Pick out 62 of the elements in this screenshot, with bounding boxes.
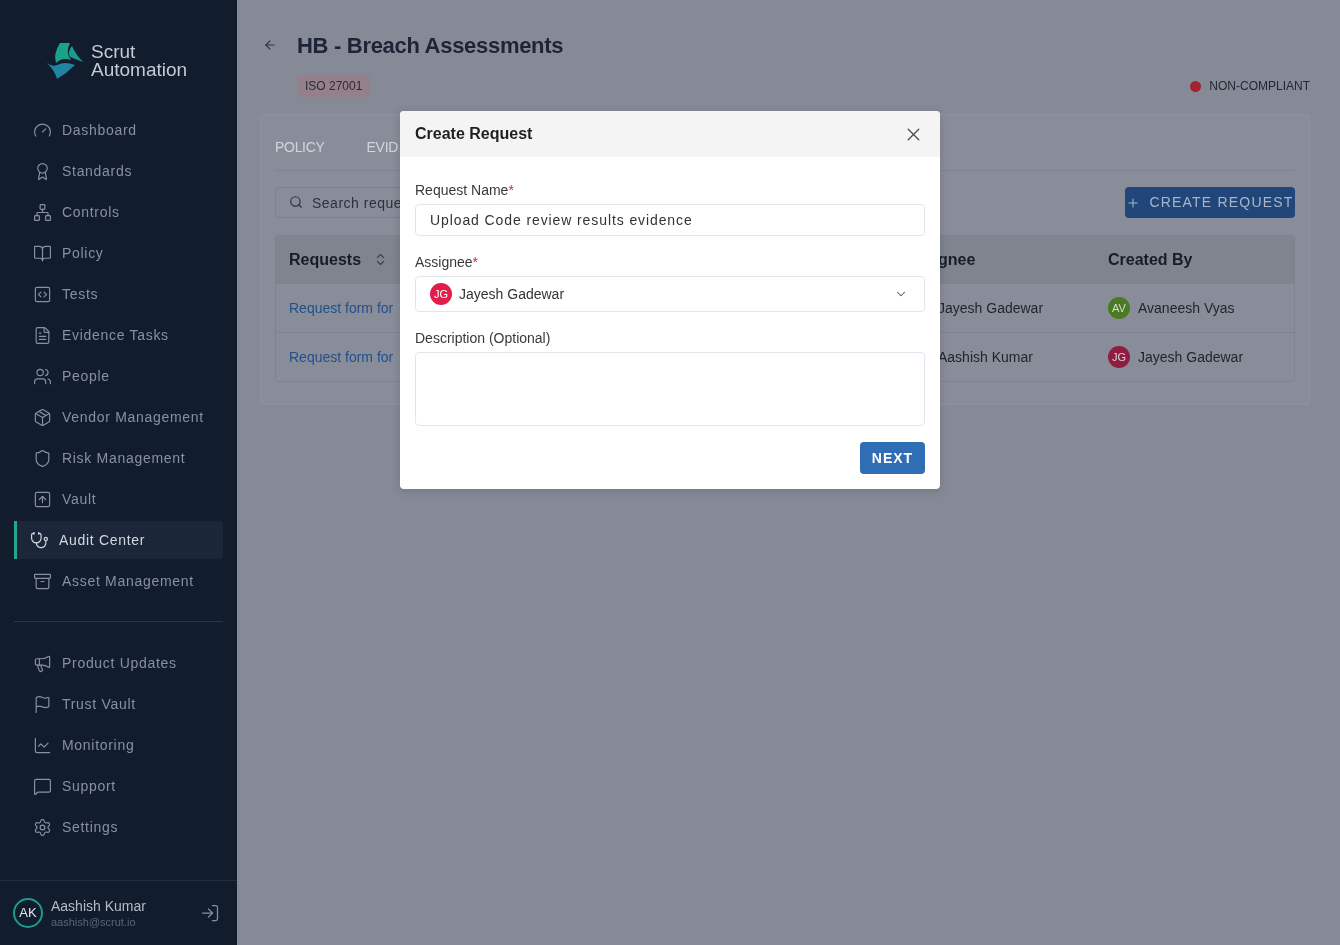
nav-item[interactable]: Monitoring	[14, 726, 223, 764]
assignee-select[interactable]: JG Jayesh Gadewar	[415, 276, 925, 312]
brand-name: Scrut Automation	[91, 43, 188, 79]
people-icon	[33, 366, 52, 386]
nav-item[interactable]: Evidence Tasks	[14, 316, 223, 354]
field-label: Description (Optional)	[415, 329, 552, 348]
avatar: AV	[1108, 297, 1130, 319]
nav-item[interactable]: Dashboard	[14, 111, 223, 149]
user-name: Aashish Kumar	[51, 896, 147, 915]
upload-box-icon	[33, 489, 52, 509]
plus-icon	[1126, 195, 1141, 210]
description-field[interactable]	[415, 352, 925, 426]
package-icon	[33, 407, 52, 427]
next-button[interactable]: NEXT	[860, 442, 925, 474]
avatar: JG	[430, 283, 452, 305]
nav-item[interactable]: Vendor Management	[14, 398, 223, 436]
field-label: Request Name*	[415, 181, 515, 200]
user-email: aashish@scrut.io	[51, 914, 137, 930]
column-header[interactable]: Requests	[289, 247, 389, 272]
book-icon	[33, 243, 52, 263]
nav-item[interactable]: Product Updates	[14, 644, 223, 682]
logo-icon	[45, 43, 83, 79]
chat-icon	[33, 776, 52, 796]
line-chart-icon	[33, 735, 52, 755]
megaphone-icon	[33, 653, 52, 673]
request-name-field[interactable]: Upload Code review results evidence	[415, 204, 925, 236]
nav-item[interactable]: Risk Management	[14, 439, 223, 477]
nav-item[interactable]: Policy	[14, 234, 223, 272]
modal-title: Create Request	[415, 124, 533, 144]
nav-item[interactable]: Controls	[14, 193, 223, 231]
nav-item[interactable]: Asset Management	[14, 562, 223, 600]
shield-icon	[33, 448, 52, 468]
creator-name: Jayesh Gadewar	[1138, 347, 1244, 367]
nav-item[interactable]: Support	[14, 767, 223, 805]
nav-item[interactable]: Trust Vault	[14, 685, 223, 723]
column-header: gnee	[938, 249, 976, 270]
nav-item[interactable]: Audit Center	[14, 521, 223, 559]
avatar: JG	[1108, 346, 1130, 368]
code-window-icon	[33, 284, 52, 304]
assignee-name: Aashish Kumar	[938, 349, 1033, 365]
document-icon	[33, 325, 52, 345]
nav-item[interactable]: People	[14, 357, 223, 395]
standard-tag: ISO 27001	[297, 75, 371, 97]
nav-item[interactable]: Settings	[14, 808, 223, 846]
create-request-button[interactable]: CREATE REQUEST	[1125, 187, 1295, 218]
archive-icon	[33, 571, 52, 591]
nav-item[interactable]: Tests	[14, 275, 223, 313]
settings-icon	[33, 817, 52, 837]
field-label: Assignee*	[415, 253, 480, 272]
hierarchy-icon	[33, 202, 52, 222]
stethoscope-icon	[30, 530, 49, 550]
nav-item[interactable]: Vault	[14, 480, 223, 518]
status-label: NON-COMPLIANT	[1209, 78, 1310, 95]
assignee-name: Jayesh Gadewar	[938, 300, 1044, 316]
nav-item[interactable]: Standards	[14, 152, 223, 190]
page-title: HB - Breach Assessments	[297, 31, 564, 60]
arrow-box-icon[interactable]	[200, 903, 220, 923]
user-avatar: AK	[13, 898, 43, 928]
column-header: Created By	[1108, 249, 1193, 270]
flag-icon	[33, 694, 52, 714]
search-icon	[289, 195, 303, 209]
creator-name: Avaneesh Vyas	[1138, 298, 1235, 318]
